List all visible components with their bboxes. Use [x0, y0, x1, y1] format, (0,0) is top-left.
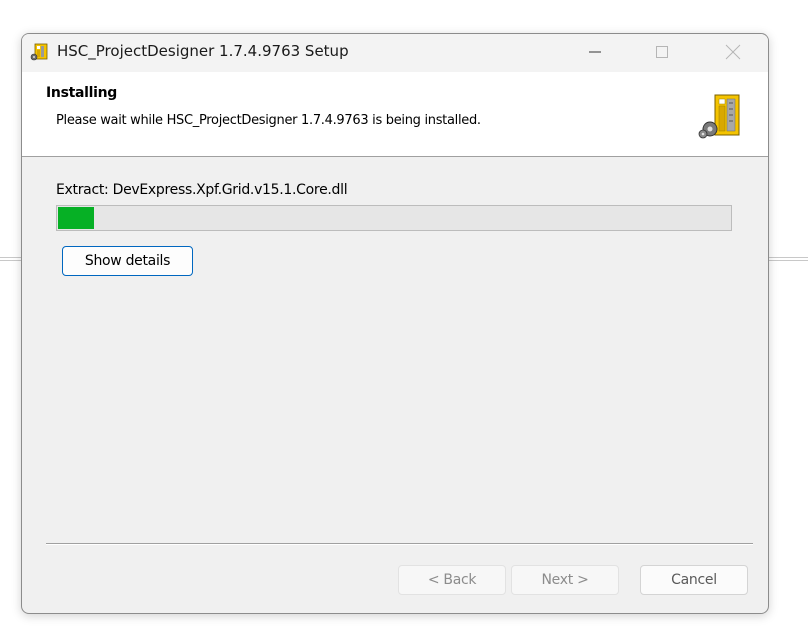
- page-title: Installing: [46, 85, 118, 101]
- close-button[interactable]: [710, 34, 756, 70]
- minimize-icon: [589, 51, 601, 53]
- progress-status-text: Extract: DevExpress.Xpf.Grid.v15.1.Core.…: [56, 182, 348, 198]
- background-window-edge: [768, 257, 808, 261]
- installer-package-icon: [30, 43, 48, 61]
- next-button[interactable]: Next >: [511, 565, 619, 595]
- show-details-button[interactable]: Show details: [62, 246, 193, 276]
- progress-fill: [58, 207, 94, 229]
- back-button[interactable]: < Back: [398, 565, 506, 595]
- maximize-icon: [656, 46, 668, 58]
- close-icon: [725, 44, 741, 60]
- footer-divider: [46, 543, 753, 545]
- desktop: HSC_ProjectDesigner 1.7.4.9763 Setup Ins…: [0, 0, 808, 631]
- background-window-edge: [0, 257, 22, 261]
- page-header: Installing Please wait while HSC_Project…: [22, 72, 768, 157]
- installer-package-icon: [698, 93, 742, 139]
- title-bar[interactable]: HSC_ProjectDesigner 1.7.4.9763 Setup: [22, 34, 768, 72]
- page-subtitle: Please wait while HSC_ProjectDesigner 1.…: [56, 113, 481, 128]
- setup-window: HSC_ProjectDesigner 1.7.4.9763 Setup Ins…: [21, 33, 769, 614]
- maximize-button[interactable]: [639, 34, 685, 70]
- window-title: HSC_ProjectDesigner 1.7.4.9763 Setup: [57, 42, 349, 60]
- install-progress-bar: [56, 205, 732, 231]
- minimize-button[interactable]: [572, 34, 618, 70]
- cancel-button[interactable]: Cancel: [640, 565, 748, 595]
